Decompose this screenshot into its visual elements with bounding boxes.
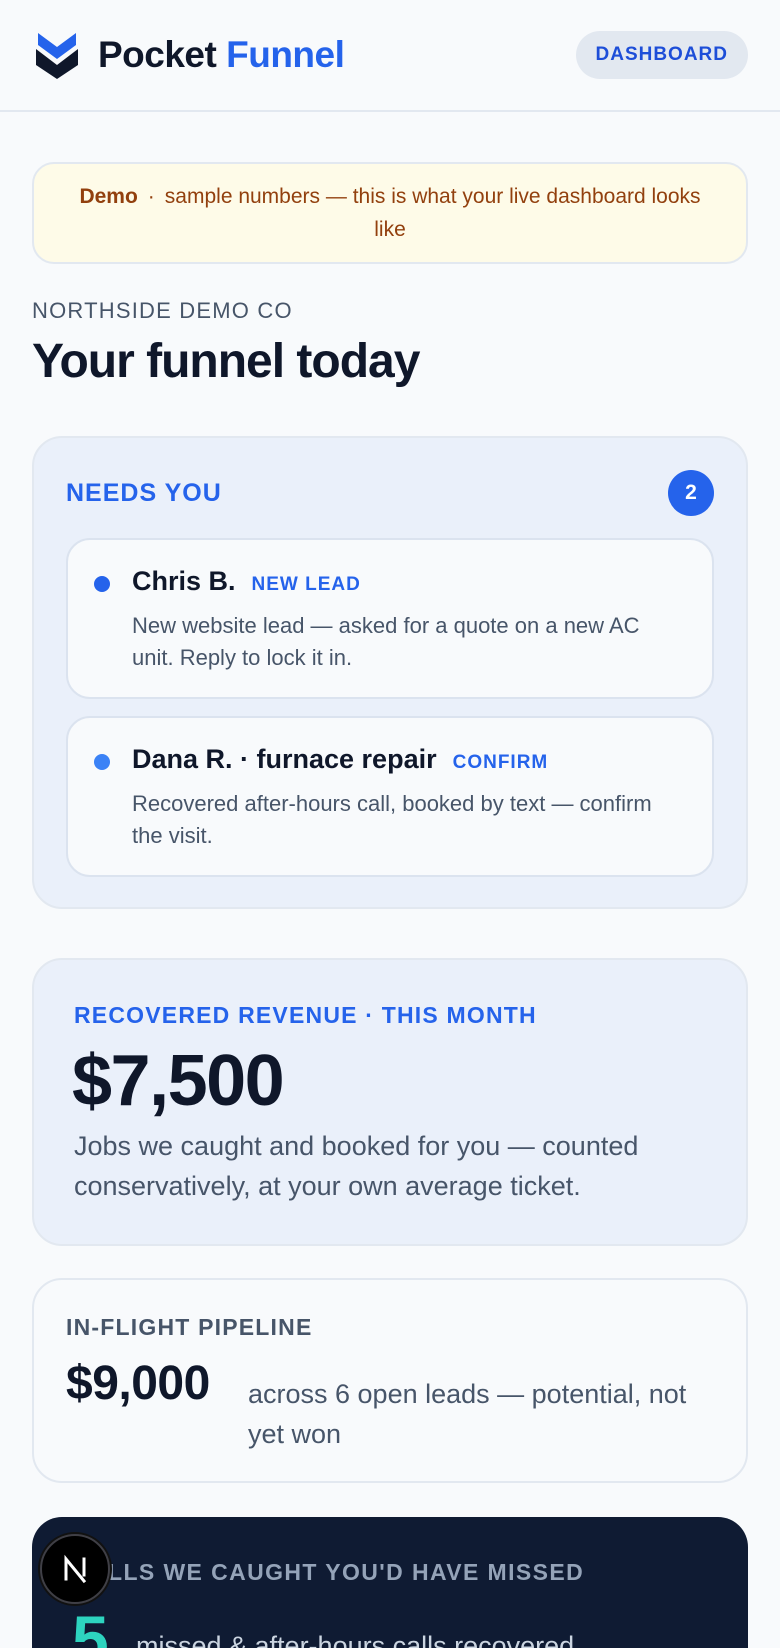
needs-you-card: NEEDS YOU 2 Chris B. NEW LEAD New websit… — [32, 436, 748, 909]
pipeline-card: IN-FLIGHT PIPELINE $9,000 across 6 open … — [32, 1278, 748, 1483]
brand-name-second: Funnel — [226, 34, 345, 75]
top-header: Pocket Funnel DASHBOARD — [0, 0, 780, 112]
brand-name: Pocket Funnel — [98, 34, 345, 76]
lead-name: Dana R. · furnace repair — [132, 744, 437, 774]
lead-tag: CONFIRM — [452, 752, 549, 773]
brand[interactable]: Pocket Funnel — [34, 31, 345, 79]
company-name: NORTHSIDE DEMO CO — [32, 298, 293, 323]
lead-header: Chris B. NEW LEAD — [132, 566, 361, 597]
pipeline-value: $9,000 — [66, 1357, 210, 1410]
lead-item[interactable]: Chris B. NEW LEAD New website lead — ask… — [66, 538, 714, 699]
lead-name: Chris B. — [132, 566, 236, 596]
recovered-revenue-value: $7,500 — [72, 1041, 285, 1121]
unread-dot-icon — [94, 576, 110, 592]
recovered-revenue-card: RECOVERED REVENUE · THIS MONTH $7,500 Jo… — [32, 958, 748, 1246]
missed-calls-card: CALLS WE CAUGHT YOU'D HAVE MISSED 5 miss… — [32, 1517, 748, 1648]
lead-description: Recovered after-hours call, booked by te… — [132, 791, 652, 848]
page: Pocket Funnel DASHBOARD Demo · sample numb… — [0, 0, 780, 1648]
page-title: Your funnel today — [32, 335, 420, 388]
recovered-revenue-label: RECOVERED REVENUE · THIS MONTH — [74, 1002, 537, 1028]
pipeline-description: across 6 open leads — potential, not yet… — [248, 1379, 687, 1449]
missed-calls-description: missed & after-hours calls recovered — [136, 1631, 575, 1648]
needs-you-title: NEEDS YOU — [66, 478, 222, 507]
unread-dot-icon — [94, 754, 110, 770]
dashboard-button[interactable]: DASHBOARD — [575, 31, 748, 79]
n-icon[interactable] — [40, 1534, 110, 1604]
recovered-revenue-description: Jobs we caught and booked for you — coun… — [74, 1131, 639, 1201]
banner-separator: · — [147, 185, 155, 208]
pipeline-label: IN-FLIGHT PIPELINE — [66, 1314, 313, 1340]
missed-calls-label: CALLS WE CAUGHT YOU'D HAVE MISSED — [72, 1559, 585, 1585]
brand-name-first: Pocket — [98, 34, 217, 75]
needs-you-header: NEEDS YOU 2 — [66, 470, 714, 516]
n-glyph-icon — [64, 1554, 87, 1584]
demo-banner-text: Demo · sample numbers — this is what your … — [74, 180, 706, 246]
lead-description: New website lead — asked for a quote on … — [132, 613, 640, 670]
demo-label: Demo — [79, 185, 138, 208]
lead-item[interactable]: Dana R. · furnace repair CONFIRM Recover… — [66, 716, 714, 877]
missed-calls-value: 5 — [72, 1602, 109, 1648]
demo-message: sample numbers — this is what your live … — [164, 185, 701, 241]
demo-banner: Demo · sample numbers — this is what your … — [32, 162, 748, 264]
lead-header: Dana R. · furnace repair CONFIRM — [132, 744, 548, 775]
lead-tag: NEW LEAD — [251, 574, 361, 595]
pocket-funnel-logo-icon — [36, 33, 78, 79]
needs-you-count-badge: 2 — [668, 470, 714, 516]
